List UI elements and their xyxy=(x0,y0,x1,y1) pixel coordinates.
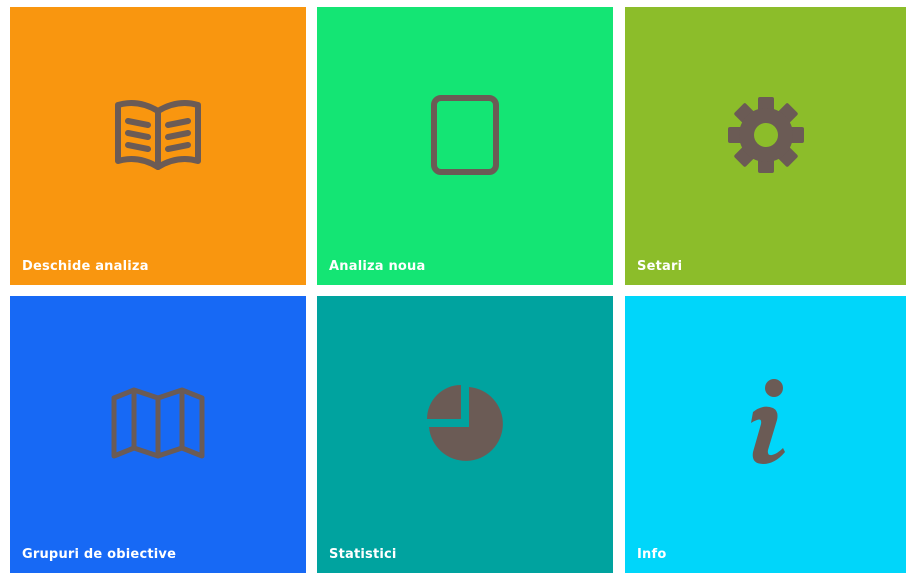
map-icon xyxy=(110,375,206,471)
pie-chart-icon xyxy=(417,375,513,471)
info-icon xyxy=(718,375,814,471)
tile-info[interactable]: Info xyxy=(625,296,906,573)
open-book-icon xyxy=(110,87,206,183)
tile-label: Statistici xyxy=(329,547,397,562)
tablet-icon xyxy=(417,87,513,183)
tile-grupuri-de-obiective[interactable]: Grupuri de obiective xyxy=(10,296,306,573)
tile-grid: Deschide analiza Analiza noua Setari Gru… xyxy=(0,0,906,573)
tile-setari[interactable]: Setari xyxy=(625,7,906,285)
tile-analiza-noua[interactable]: Analiza noua xyxy=(317,7,613,285)
gear-icon xyxy=(718,87,814,183)
tile-statistici[interactable]: Statistici xyxy=(317,296,613,573)
tile-label: Grupuri de obiective xyxy=(22,547,177,562)
tile-label: Analiza noua xyxy=(329,259,426,274)
tile-deschide-analiza[interactable]: Deschide analiza xyxy=(10,7,306,285)
tile-label: Setari xyxy=(637,259,683,274)
tile-label: Deschide analiza xyxy=(22,259,149,274)
tile-label: Info xyxy=(637,547,667,562)
